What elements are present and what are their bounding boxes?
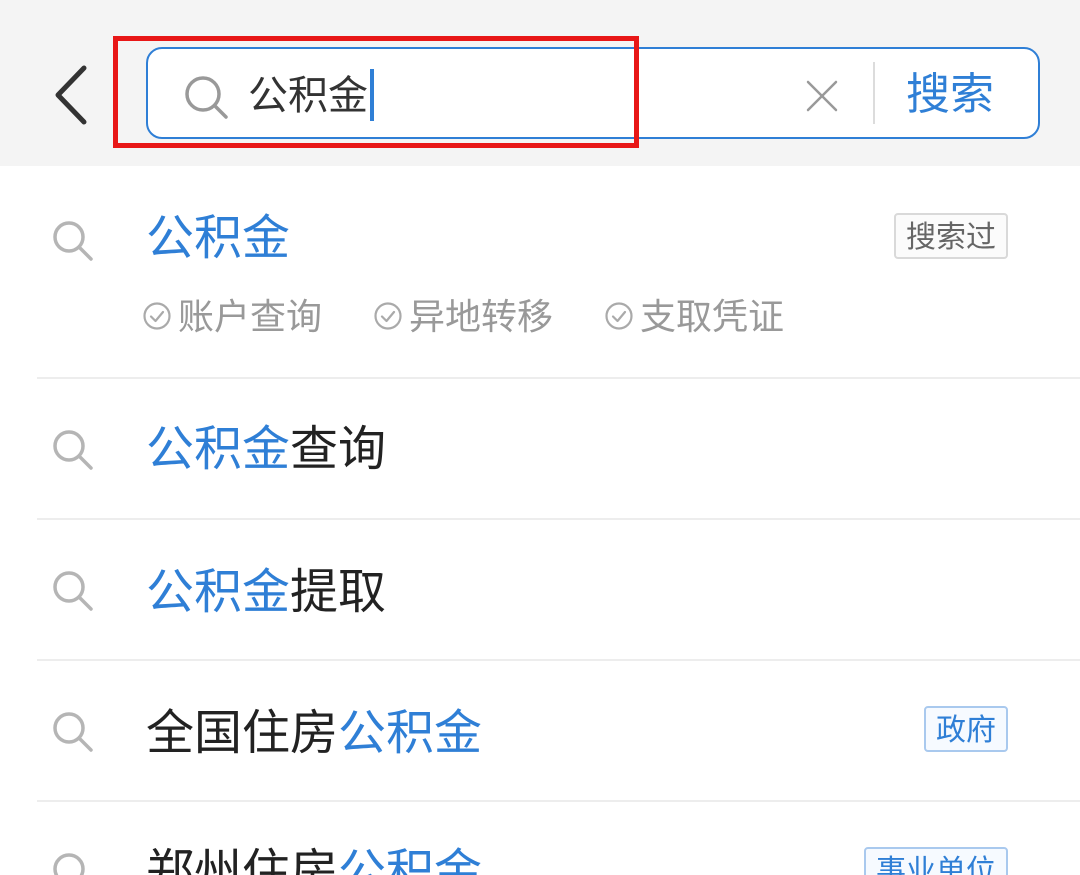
search-icon xyxy=(185,76,228,119)
suggestion-highlight: 公积金 xyxy=(146,210,291,266)
suggestion-prefix: 郑州住房 xyxy=(146,844,339,875)
search-divider xyxy=(873,62,875,124)
suggestion-row[interactable]: 公积金 搜索过 xyxy=(0,166,1080,377)
text-caret xyxy=(370,69,374,121)
chip-label: 支取凭证 xyxy=(640,297,785,338)
suggestion-title: 全国住房公积金 xyxy=(146,701,482,765)
search-input[interactable]: 公积金 xyxy=(248,66,374,126)
category-tag: 政府 xyxy=(924,706,1008,752)
suggestion-highlight: 公积金 xyxy=(338,705,483,761)
suggestion-prefix: 全国住房 xyxy=(146,705,339,761)
chip-withdrawal-voucher[interactable]: 支取凭证 xyxy=(604,292,784,344)
suggestion-suffix: 提取 xyxy=(290,564,387,620)
search-icon xyxy=(53,712,93,752)
close-icon[interactable] xyxy=(802,76,842,116)
search-icon xyxy=(53,221,93,261)
chip-label: 异地转移 xyxy=(409,297,554,338)
chip-label: 账户查询 xyxy=(178,297,323,338)
chip-account-query[interactable]: 账户查询 xyxy=(142,292,322,344)
category-tag: 事业单位 xyxy=(864,847,1008,875)
suggestion-highlight: 公积金 xyxy=(146,564,291,620)
suggestion-title: 公积金提取 xyxy=(146,560,386,624)
search-icon xyxy=(53,430,93,470)
suggestion-title: 公积金 xyxy=(146,206,290,270)
check-circle-icon xyxy=(374,302,402,330)
search-input-text: 公积金 xyxy=(248,73,368,119)
search-icon xyxy=(53,571,93,611)
search-button[interactable]: 搜索 xyxy=(906,60,994,130)
suggestion-row[interactable]: 公积金提取 xyxy=(0,520,1080,659)
suggestion-row[interactable]: 郑州住房公积金 事业单位 xyxy=(0,802,1080,875)
suggestion-title: 郑州住房公积金 xyxy=(146,840,482,875)
suggestion-row[interactable]: 全国住房公积金 政府 xyxy=(0,661,1080,800)
search-icon xyxy=(53,853,85,875)
suggestion-suffix: 查询 xyxy=(290,421,387,477)
suggestion-title: 公积金查询 xyxy=(146,417,386,481)
suggestion-row[interactable]: 公积金查询 xyxy=(0,379,1080,518)
back-chevron-left-icon[interactable] xyxy=(46,60,96,130)
chip-transfer[interactable]: 异地转移 xyxy=(373,292,553,344)
suggestion-highlight: 公积金 xyxy=(146,421,291,477)
history-tag: 搜索过 xyxy=(894,213,1008,259)
check-circle-icon xyxy=(605,302,633,330)
check-circle-icon xyxy=(143,302,171,330)
suggestion-highlight: 公积金 xyxy=(338,844,483,875)
